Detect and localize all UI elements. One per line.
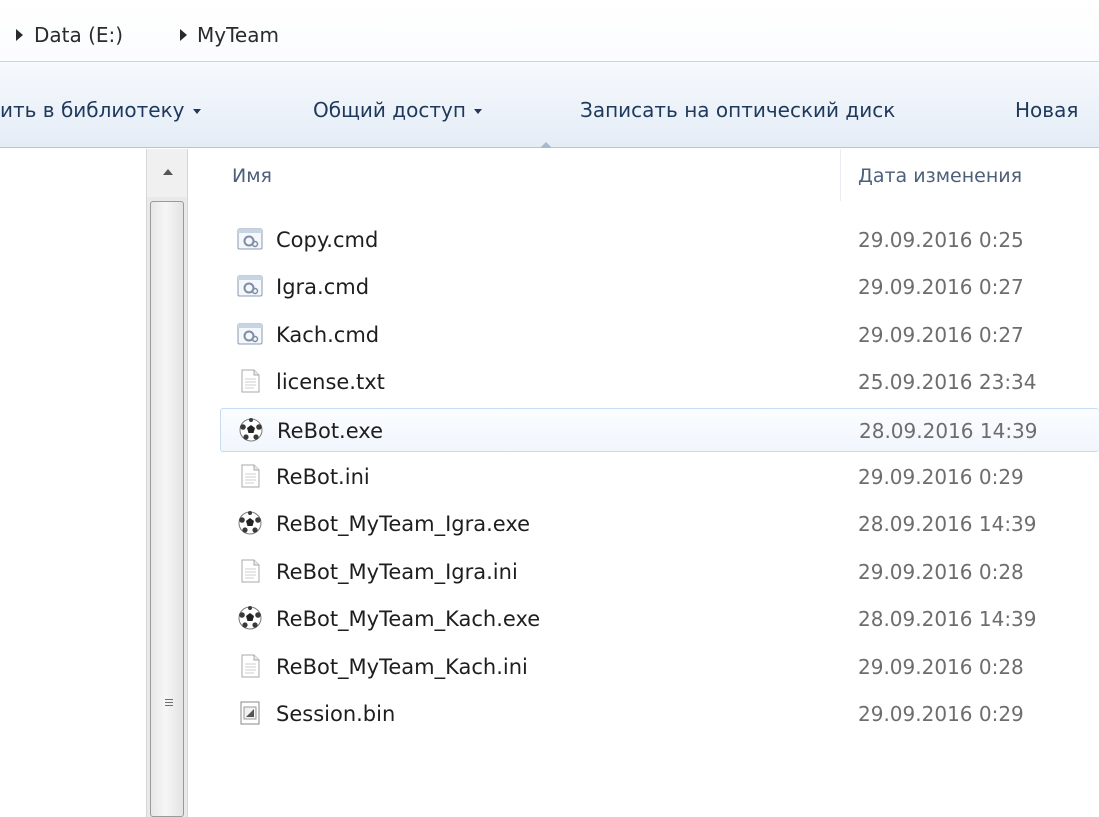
soccer-ball-exe-icon	[236, 604, 264, 632]
address-bar[interactable]: Data (E:) MyTeam	[0, 0, 1099, 62]
add-to-library-label: ить в библиотеку	[0, 98, 185, 122]
cmd-script-icon	[236, 320, 264, 348]
file-row[interactable]: ReBot.ini 29.09.2016 0:29	[220, 455, 1099, 499]
breadcrumb-item-drive[interactable]: Data (E:)	[34, 23, 123, 47]
file-row[interactable]: Igra.cmd 29.09.2016 0:27	[220, 265, 1099, 309]
file-name: ReBot.ini	[276, 465, 370, 489]
file-name: ReBot_MyTeam_Kach.ini	[276, 655, 528, 679]
file-date-modified: 29.09.2016 0:29	[858, 465, 1024, 489]
column-header-date-modified[interactable]: Дата изменения	[858, 164, 1022, 188]
breadcrumb-chevron-icon[interactable]	[180, 29, 187, 41]
add-to-library-button[interactable]: ить в библиотеку	[0, 98, 201, 122]
file-name: Kach.cmd	[276, 323, 380, 347]
file-date-modified: 29.09.2016 0:25	[858, 228, 1024, 252]
file-name: ReBot.exe	[277, 419, 383, 443]
file-row[interactable]: ReBot_MyTeam_Igra.ini 29.09.2016 0:28	[220, 550, 1099, 594]
file-name: ReBot_MyTeam_Igra.exe	[276, 512, 531, 536]
file-date-modified: 29.09.2016 0:29	[858, 702, 1024, 726]
file-row[interactable]: ReBot_MyTeam_Kach.exe 28.09.2016 14:39	[220, 597, 1099, 641]
dropdown-arrow-icon	[192, 109, 201, 114]
file-row[interactable]: Copy.cmd 29.09.2016 0:25	[220, 218, 1099, 262]
file-date-modified: 28.09.2016 14:39	[858, 512, 1037, 536]
scroll-up-button[interactable]	[147, 149, 187, 197]
file-date-modified: 29.09.2016 0:28	[858, 655, 1024, 679]
file-name: ReBot_MyTeam_Igra.ini	[276, 560, 518, 584]
scroll-up-arrow-icon	[163, 169, 173, 175]
soccer-ball-exe-icon	[236, 509, 264, 537]
file-row[interactable]: ReBot_MyTeam_Igra.exe 28.09.2016 14:39	[220, 502, 1099, 546]
text-file-icon	[236, 367, 264, 395]
file-name: Session.bin	[276, 702, 396, 726]
file-name: ReBot_MyTeam_Kach.exe	[276, 607, 541, 631]
file-date-modified: 28.09.2016 14:39	[858, 607, 1037, 631]
file-row[interactable]: ReBot_MyTeam_Kach.ini 29.09.2016 0:28	[220, 645, 1099, 689]
grip-icon	[165, 699, 173, 708]
new-folder-label: Новая	[1015, 98, 1079, 122]
new-folder-button[interactable]: Новая	[1015, 98, 1078, 122]
file-name: Igra.cmd	[276, 275, 370, 299]
burn-disc-button[interactable]: Записать на оптический диск	[580, 98, 895, 122]
column-divider[interactable]	[840, 149, 841, 201]
share-label: Общий доступ	[313, 98, 466, 122]
dropdown-arrow-icon	[473, 109, 482, 114]
file-row[interactable]: license.txt 25.09.2016 23:34	[220, 360, 1099, 404]
file-name: Copy.cmd	[276, 228, 379, 252]
burn-disc-label: Записать на оптический диск	[580, 98, 896, 122]
text-file-icon	[236, 557, 264, 585]
file-row[interactable]: Kach.cmd 29.09.2016 0:27	[220, 313, 1099, 357]
column-header-name[interactable]: Имя	[232, 164, 272, 188]
text-file-icon	[236, 462, 264, 490]
scroll-thumb[interactable]	[150, 201, 184, 817]
share-button[interactable]: Общий доступ	[313, 98, 482, 122]
breadcrumb-item-folder[interactable]: MyTeam	[197, 23, 279, 47]
binary-file-icon	[236, 699, 264, 727]
file-date-modified: 28.09.2016 14:39	[859, 419, 1038, 443]
text-file-icon	[236, 652, 264, 680]
file-row[interactable]: Session.bin 29.09.2016 0:29	[220, 692, 1099, 736]
file-date-modified: 29.09.2016 0:28	[858, 560, 1024, 584]
sort-ascending-icon	[540, 142, 552, 148]
file-name: license.txt	[276, 370, 385, 394]
file-date-modified: 25.09.2016 23:34	[858, 370, 1037, 394]
cmd-script-icon	[236, 272, 264, 300]
file-row[interactable]: ReBot.exe 28.09.2016 14:39	[220, 408, 1099, 452]
command-toolbar: ить в библиотеку Общий доступ Записать н…	[0, 62, 1099, 148]
soccer-ball-exe-icon	[237, 416, 265, 444]
cmd-script-icon	[236, 225, 264, 253]
file-date-modified: 29.09.2016 0:27	[858, 275, 1024, 299]
nav-pane-scrollbar[interactable]	[146, 149, 188, 817]
file-date-modified: 29.09.2016 0:27	[858, 323, 1024, 347]
breadcrumb-chevron-icon[interactable]	[16, 29, 23, 41]
